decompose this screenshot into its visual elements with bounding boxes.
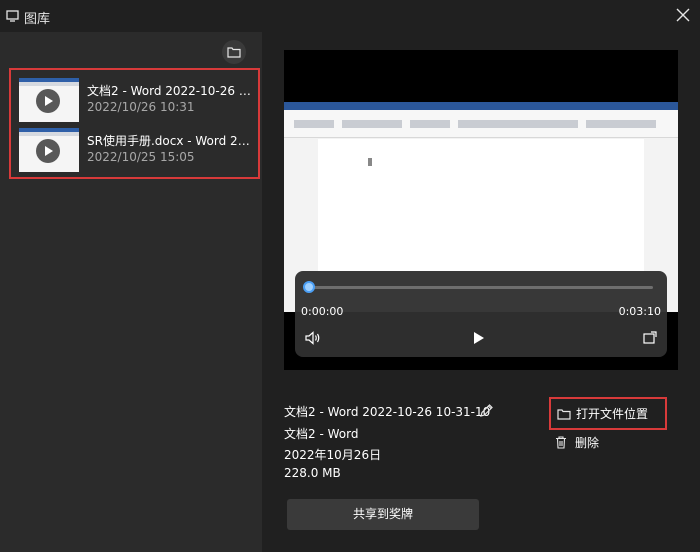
item-title: 文档2 - Word 2022-10-26 10-31-10 xyxy=(87,84,253,98)
recording-list: 文档2 - Word 2022-10-26 10-31-10 2022/10/2… xyxy=(9,68,260,179)
item-date: 2022/10/26 10:31 xyxy=(87,100,195,114)
play-icon xyxy=(36,89,60,113)
open-file-location-button[interactable]: 打开文件位置 xyxy=(549,397,667,430)
list-item[interactable]: 文档2 - Word 2022-10-26 10-31-10 2022/10/2… xyxy=(19,76,253,124)
volume-icon[interactable] xyxy=(305,331,321,345)
title-bar: 图库 xyxy=(0,0,700,32)
gallery-app-icon xyxy=(6,10,19,22)
list-item[interactable]: SR使用手册.docx - Word 2022-10-25 15-05 2022… xyxy=(19,126,253,174)
delete-label: 删除 xyxy=(575,436,600,450)
current-time: 0:00:00 xyxy=(301,305,344,318)
item-date: 2022/10/25 15:05 xyxy=(87,150,195,164)
delete-button[interactable]: 删除 xyxy=(555,433,645,453)
seek-bar[interactable] xyxy=(309,286,653,289)
recording-size: 228.0 MB xyxy=(284,466,341,480)
play-icon xyxy=(36,139,60,163)
close-icon[interactable] xyxy=(674,6,692,24)
video-thumbnail xyxy=(19,128,79,172)
edit-name-icon[interactable] xyxy=(479,403,494,418)
window-title: 图库 xyxy=(24,12,51,27)
fullscreen-icon[interactable] xyxy=(643,331,657,344)
video-player[interactable]: 0:00:00 0:03:10 xyxy=(284,50,678,370)
open-file-location-label: 打开文件位置 xyxy=(576,407,649,421)
play-button[interactable] xyxy=(473,331,485,345)
playback-controls: 0:00:00 0:03:10 xyxy=(295,271,667,357)
seek-handle[interactable] xyxy=(303,281,315,293)
recording-date: 2022年10月26日 xyxy=(284,448,382,462)
item-title: SR使用手册.docx - Word 2022-10-25 15-05 xyxy=(87,134,253,148)
video-thumbnail xyxy=(19,78,79,122)
total-time: 0:03:10 xyxy=(618,305,661,318)
share-button[interactable]: 共享到奖牌 xyxy=(287,499,479,530)
recording-app: 文档2 - Word xyxy=(284,427,359,441)
gallery-sidebar: 文档2 - Word 2022-10-26 10-31-10 2022/10/2… xyxy=(0,32,262,552)
open-folder-button[interactable] xyxy=(222,40,246,64)
trash-icon xyxy=(556,436,566,449)
folder-icon xyxy=(227,47,241,58)
folder-icon xyxy=(557,409,571,420)
recording-title: 文档2 - Word 2022-10-26 10-31-10 xyxy=(284,405,491,419)
